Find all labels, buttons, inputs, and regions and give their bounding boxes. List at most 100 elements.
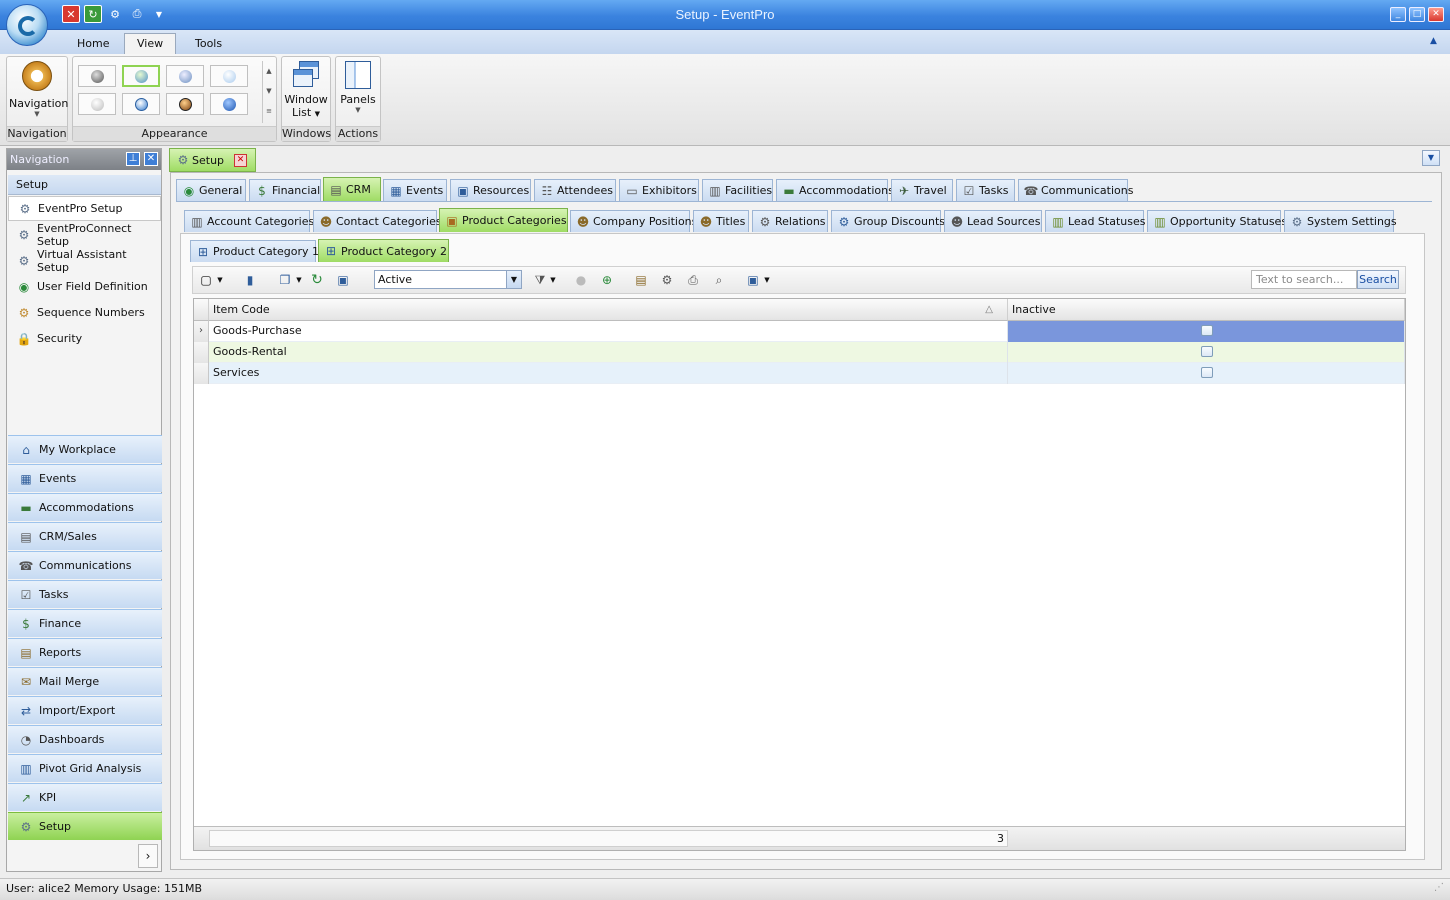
cell-item-code[interactable]: Goods-Rental bbox=[209, 342, 1008, 363]
expand-nav-button[interactable]: › bbox=[138, 844, 158, 868]
tab-product-category-2[interactable]: ⊞ Product Category 2 bbox=[318, 239, 449, 262]
filter-dropdown-icon[interactable]: ▼ bbox=[548, 271, 558, 289]
copy-dropdown-icon[interactable]: ▼ bbox=[294, 271, 304, 289]
tab-product-categories[interactable]: ▣ Product Categories bbox=[439, 208, 568, 232]
filter-icon[interactable]: ⧩ bbox=[531, 271, 549, 289]
cell-inactive[interactable] bbox=[1008, 321, 1405, 342]
tab-general[interactable]: ◉ General bbox=[176, 179, 246, 201]
module-reports[interactable]: ▤ Reports bbox=[8, 638, 162, 666]
nav-item-user-field-definition[interactable]: ◉ User Field Definition bbox=[8, 274, 161, 299]
tab-product-category-1[interactable]: ⊞ Product Category 1 bbox=[190, 240, 319, 262]
module-communications[interactable]: ☎ Communications bbox=[8, 551, 162, 579]
module-pivot-grid-analysis[interactable]: ▥ Pivot Grid Analysis bbox=[8, 754, 162, 782]
delete-icon[interactable]: ▮ bbox=[241, 271, 259, 289]
tab-contact-categories[interactable]: ☻ Contact Categories bbox=[313, 210, 442, 232]
skin-deep-blue-option[interactable] bbox=[210, 93, 248, 115]
module-accommodations[interactable]: ▬ Accommodations bbox=[8, 493, 162, 521]
nav-item-sequence-numbers[interactable]: ⚙ Sequence Numbers bbox=[8, 300, 161, 325]
close-tab-icon[interactable]: ✕ bbox=[234, 153, 248, 167]
skin-blue-option[interactable] bbox=[166, 65, 204, 87]
module-events[interactable]: ▦ Events bbox=[8, 464, 162, 492]
tab-company-positions[interactable]: ☻ Company Positions bbox=[570, 210, 697, 232]
module-import-export[interactable]: ⇄ Import/Export bbox=[8, 696, 162, 724]
close-panel-icon[interactable]: ✕ bbox=[144, 152, 158, 166]
gallery-scroll[interactable]: ▲ ▼ ≡ bbox=[262, 61, 275, 123]
tab-lead-sources[interactable]: ☻ Lead Sources bbox=[944, 210, 1042, 232]
module-tasks[interactable]: ☑ Tasks bbox=[8, 580, 162, 608]
collapse-ribbon-icon[interactable]: ▲ bbox=[1430, 36, 1437, 46]
module-dashboards[interactable]: ◔ Dashboards bbox=[8, 725, 162, 753]
cell-inactive[interactable] bbox=[1008, 363, 1405, 384]
tab-tools[interactable]: Tools bbox=[182, 33, 235, 54]
tab-facilities[interactable]: ▥ Facilities bbox=[702, 179, 773, 201]
skin-dark-option[interactable] bbox=[78, 65, 116, 87]
maximize-button[interactable]: □ bbox=[1409, 7, 1425, 22]
nav-item-eventpro-setup[interactable]: ⚙ EventPro Setup bbox=[8, 196, 161, 221]
skin-light-blue-option[interactable] bbox=[210, 65, 248, 87]
nav-item-security[interactable]: 🔒 Security bbox=[8, 326, 161, 351]
tab-system-settings[interactable]: ⚙ System Settings bbox=[1284, 210, 1397, 232]
cell-inactive[interactable] bbox=[1008, 342, 1405, 363]
module-finance[interactable]: $ Finance bbox=[8, 609, 162, 637]
tab-account-categories[interactable]: ▥ Account Categories bbox=[184, 210, 314, 232]
inactive-checkbox[interactable] bbox=[1201, 325, 1213, 336]
close-window-button[interactable]: ✕ bbox=[1428, 7, 1444, 22]
export-dropdown-icon[interactable]: ▼ bbox=[762, 271, 772, 289]
skin-metro-blue-option[interactable] bbox=[122, 93, 160, 115]
clipboard-icon[interactable]: ▤ bbox=[632, 271, 650, 289]
column-header-inactive[interactable]: Inactive bbox=[1008, 299, 1405, 321]
tab-group-discounts[interactable]: ⚙ Group Discounts bbox=[831, 210, 945, 232]
column-header-item-code[interactable]: Item Code △ bbox=[209, 299, 1008, 321]
tab-communications[interactable]: ☎ Communications bbox=[1018, 179, 1133, 201]
table-row[interactable]: Services bbox=[194, 363, 1405, 384]
tab-exhibitors[interactable]: ▭ Exhibitors bbox=[619, 179, 699, 201]
skin-metro-orange-option[interactable] bbox=[166, 93, 204, 115]
tab-titles[interactable]: ☻ Titles bbox=[693, 210, 749, 232]
module-my-workplace[interactable]: ⌂ My Workplace bbox=[8, 435, 162, 463]
export-icon[interactable]: ▣ bbox=[744, 271, 762, 289]
document-list-dropdown[interactable]: ▼ bbox=[1422, 150, 1440, 166]
module-setup[interactable]: ⚙ Setup bbox=[8, 812, 162, 840]
print-icon[interactable]: ⎙ bbox=[684, 271, 702, 289]
copy-icon[interactable]: ❐ bbox=[276, 271, 294, 289]
panels-button[interactable]: Panels ▼ bbox=[337, 61, 379, 125]
status-filter-select[interactable]: Active ▼ bbox=[374, 270, 522, 289]
minimize-button[interactable]: _ bbox=[1390, 7, 1406, 22]
add-icon[interactable]: ⊕ bbox=[598, 271, 616, 289]
document-tab-setup[interactable]: ⚙ Setup ✕ bbox=[169, 148, 256, 172]
nav-item-virtual-assistant-setup[interactable]: ⚙ Virtual Assistant Setup bbox=[8, 248, 161, 274]
save-icon[interactable]: ▣ bbox=[334, 271, 352, 289]
print-setup-icon[interactable]: ⚙ bbox=[658, 271, 676, 289]
tab-travel[interactable]: ✈ Travel bbox=[891, 179, 953, 201]
window-list-button[interactable]: Window List ▼ bbox=[283, 61, 329, 125]
remove-icon[interactable]: ● bbox=[572, 271, 590, 289]
search-button[interactable]: Search bbox=[1357, 270, 1399, 289]
skin-green-option[interactable] bbox=[122, 65, 160, 87]
tab-tasks[interactable]: ☑ Tasks bbox=[956, 179, 1015, 201]
module-crm-sales[interactable]: ▤ CRM/Sales bbox=[8, 522, 162, 550]
refresh-icon[interactable]: ↻ bbox=[308, 271, 326, 289]
pin-icon[interactable]: ⊥ bbox=[126, 152, 140, 166]
tab-home[interactable]: Home bbox=[64, 33, 122, 54]
new-record-icon[interactable]: ▢ bbox=[197, 271, 215, 289]
tab-attendees[interactable]: ☷ Attendees bbox=[534, 179, 616, 201]
tab-accommodations[interactable]: ▬ Accommodations bbox=[776, 179, 894, 201]
tab-resources[interactable]: ▣ Resources bbox=[450, 179, 531, 201]
tab-opportunity-statuses[interactable]: ▥ Opportunity Statuses bbox=[1147, 210, 1287, 232]
new-dropdown-icon[interactable]: ▼ bbox=[215, 271, 225, 289]
tab-financial[interactable]: $ Financial bbox=[249, 179, 321, 201]
tab-relations[interactable]: ⚙ Relations bbox=[752, 210, 828, 232]
tab-lead-statuses[interactable]: ▥ Lead Statuses bbox=[1045, 210, 1145, 232]
module-mail-merge[interactable]: ✉ Mail Merge bbox=[8, 667, 162, 695]
table-row[interactable]: › Goods-Purchase bbox=[194, 321, 1405, 342]
search-input[interactable]: Text to search... bbox=[1251, 270, 1357, 289]
app-menu-button[interactable] bbox=[6, 4, 48, 46]
resize-grip-icon[interactable]: ⋰ bbox=[1434, 882, 1444, 893]
nav-item-eventproconnect-setup[interactable]: ⚙ EventProConnect Setup bbox=[8, 222, 161, 248]
tab-crm[interactable]: ▤ CRM bbox=[323, 177, 381, 201]
navigation-button[interactable]: Navigation ▼ bbox=[9, 61, 68, 125]
cell-item-code[interactable]: Services bbox=[209, 363, 1008, 384]
cell-item-code[interactable]: Goods-Purchase bbox=[209, 321, 1008, 342]
module-kpi[interactable]: ↗ KPI bbox=[8, 783, 162, 811]
table-row[interactable]: Goods-Rental bbox=[194, 342, 1405, 363]
